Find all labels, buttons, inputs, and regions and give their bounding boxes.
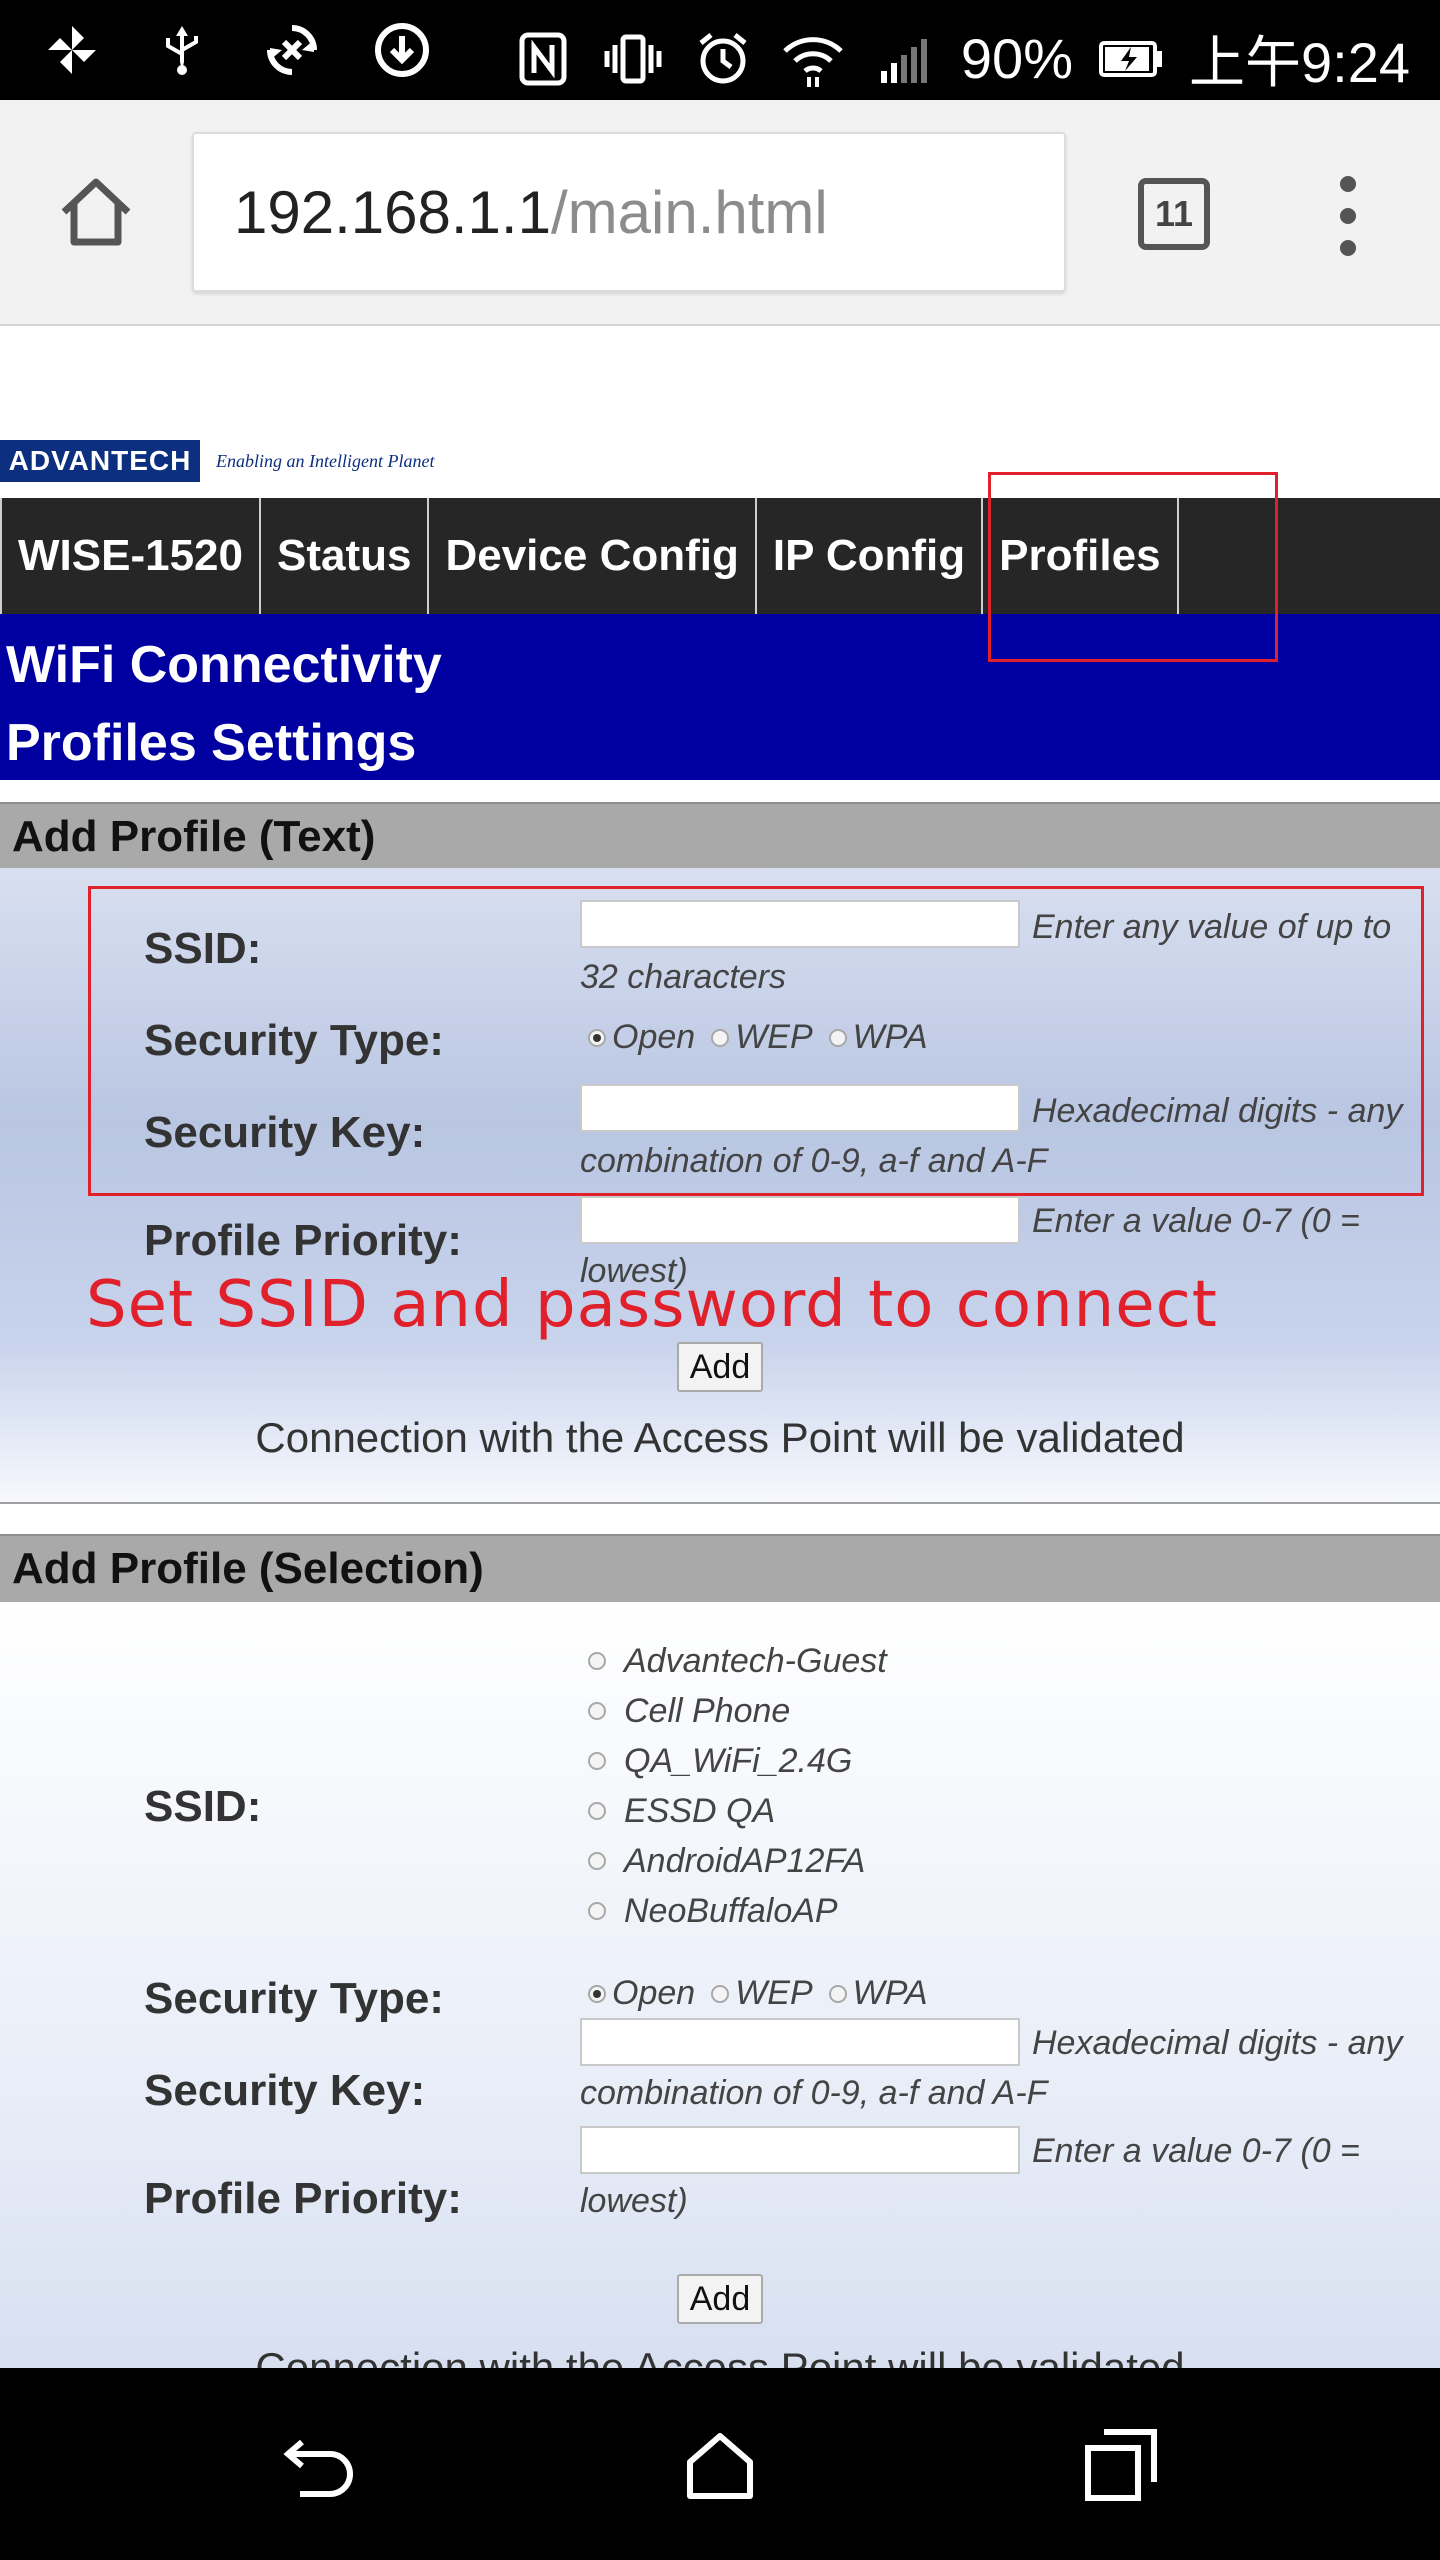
wifi-icon xyxy=(781,27,845,91)
system-nav-bar xyxy=(0,2368,1440,2560)
selection-security-wep-option[interactable]: WEP xyxy=(711,1974,813,2013)
web-page: ADVANTECH Enabling an Intelligent Planet… xyxy=(0,328,1440,2368)
section-header-add-text: Add Profile (Text) xyxy=(0,802,1440,870)
radio-icon[interactable] xyxy=(711,1984,730,2003)
add-profile-selection-button[interactable]: Add xyxy=(677,2274,763,2324)
radio-icon[interactable] xyxy=(588,1852,606,1870)
radio-icon[interactable] xyxy=(588,1802,606,1820)
status-bar: 90% 上午9:24 xyxy=(0,0,1440,100)
logo-slogan: Enabling an Intelligent Planet xyxy=(216,450,435,471)
add-profile-text-button[interactable]: Add xyxy=(677,1342,763,1392)
radio-icon[interactable] xyxy=(588,1702,606,1720)
battery-charging-icon xyxy=(1099,27,1163,91)
nfc-icon xyxy=(511,27,575,91)
ssid-option[interactable]: QA_WiFi_2.4G xyxy=(588,1736,887,1786)
nav-item-ip-config[interactable]: IP Config xyxy=(754,498,981,614)
selection-security-key-label: Security Key: xyxy=(144,2066,426,2115)
vibrate-icon xyxy=(601,27,665,91)
selection-security-open-option[interactable]: Open xyxy=(588,1974,695,2013)
ssid-option[interactable]: Cell Phone xyxy=(588,1686,887,1736)
selection-priority-hint-part2: lowest) xyxy=(580,2182,688,2220)
radio-icon[interactable] xyxy=(588,1752,606,1770)
profile-priority-input[interactable] xyxy=(580,1196,1020,1244)
profile-priority-label: Profile Priority: xyxy=(144,1216,462,1265)
selection-security-type-label: Security Type: xyxy=(144,1974,444,2023)
section-header-add-selection: Add Profile (Selection) xyxy=(0,1534,1440,1602)
nav-item-device-config[interactable]: Device Config xyxy=(427,498,754,614)
selection-priority-label: Profile Priority: xyxy=(144,2174,462,2223)
browser-toolbar: 192.168.1.1/main.html 11 xyxy=(0,100,1440,326)
instruction-annotation: Set SSID and password to connect xyxy=(86,1268,1218,1342)
page-title-line2: Profiles Settings xyxy=(6,714,417,772)
radio-icon[interactable] xyxy=(588,1652,606,1670)
url-path: /main.html xyxy=(550,178,828,246)
validation-note: Connection with the Access Point will be… xyxy=(255,1414,1185,1461)
home-nav-icon[interactable] xyxy=(680,2424,760,2504)
sync-icon xyxy=(260,18,324,82)
address-bar[interactable]: 192.168.1.1/main.html xyxy=(192,132,1066,292)
selection-priority-input[interactable] xyxy=(580,2126,1020,2174)
ssid-radio-list: Advantech-Guest Cell Phone QA_WiFi_2.4G … xyxy=(588,1636,887,1936)
selection-key-hint-part1: Hexadecimal digits - any xyxy=(1032,2024,1403,2062)
profiles-highlight-box xyxy=(988,472,1278,662)
overflow-menu-icon[interactable] xyxy=(1330,176,1366,256)
pinwheel-icon xyxy=(40,18,104,82)
download-icon xyxy=(370,18,434,82)
selection-security-wpa-option[interactable]: WPA xyxy=(828,1974,928,2013)
selection-key-hint-part2: combination of 0-9, a-f and A-F xyxy=(580,2074,1048,2112)
tab-switcher-button[interactable]: 11 xyxy=(1138,178,1210,250)
ssid-option[interactable]: Advantech-Guest xyxy=(588,1636,887,1686)
signal-icon xyxy=(871,27,935,91)
nav-item-wise-1520[interactable]: WISE-1520 xyxy=(0,498,259,614)
priority-hint-part1: Enter a value 0-7 (0 = xyxy=(1032,1202,1360,1240)
clock: 上午9:24 xyxy=(1189,31,1410,94)
ssid-option[interactable]: ESSD QA xyxy=(588,1786,887,1836)
back-icon[interactable] xyxy=(280,2424,360,2504)
logo-wordmark: ADVANTECH xyxy=(0,440,200,482)
battery-percent: 90% xyxy=(960,27,1073,90)
radio-icon[interactable] xyxy=(588,1902,606,1920)
selection-ssid-label: SSID: xyxy=(144,1782,262,1831)
nav-item-status[interactable]: Status xyxy=(258,498,427,614)
url-host: 192.168.1.1 xyxy=(234,178,551,246)
ssid-option[interactable]: AndroidAP12FA xyxy=(588,1836,887,1886)
usb-icon xyxy=(150,18,214,82)
recents-icon[interactable] xyxy=(1082,2424,1162,2504)
radio-icon[interactable] xyxy=(828,1984,847,2003)
home-icon[interactable] xyxy=(56,172,136,252)
selection-validation-note: Connection with the Access Point will be… xyxy=(255,2344,1185,2368)
selection-security-type-radios: Open WEP WPA xyxy=(588,1974,944,2013)
radio-selected-icon[interactable] xyxy=(588,1984,606,2003)
advantech-logo[interactable]: ADVANTECH Enabling an Intelligent Planet xyxy=(0,440,434,482)
alarm-icon xyxy=(691,27,755,91)
ssid-option[interactable]: NeoBuffaloAP xyxy=(588,1886,887,1936)
selection-security-key-input[interactable] xyxy=(580,2018,1020,2066)
fields-highlight-box xyxy=(88,886,1424,1196)
selection-priority-hint-part1: Enter a value 0-7 (0 = xyxy=(1032,2132,1360,2170)
